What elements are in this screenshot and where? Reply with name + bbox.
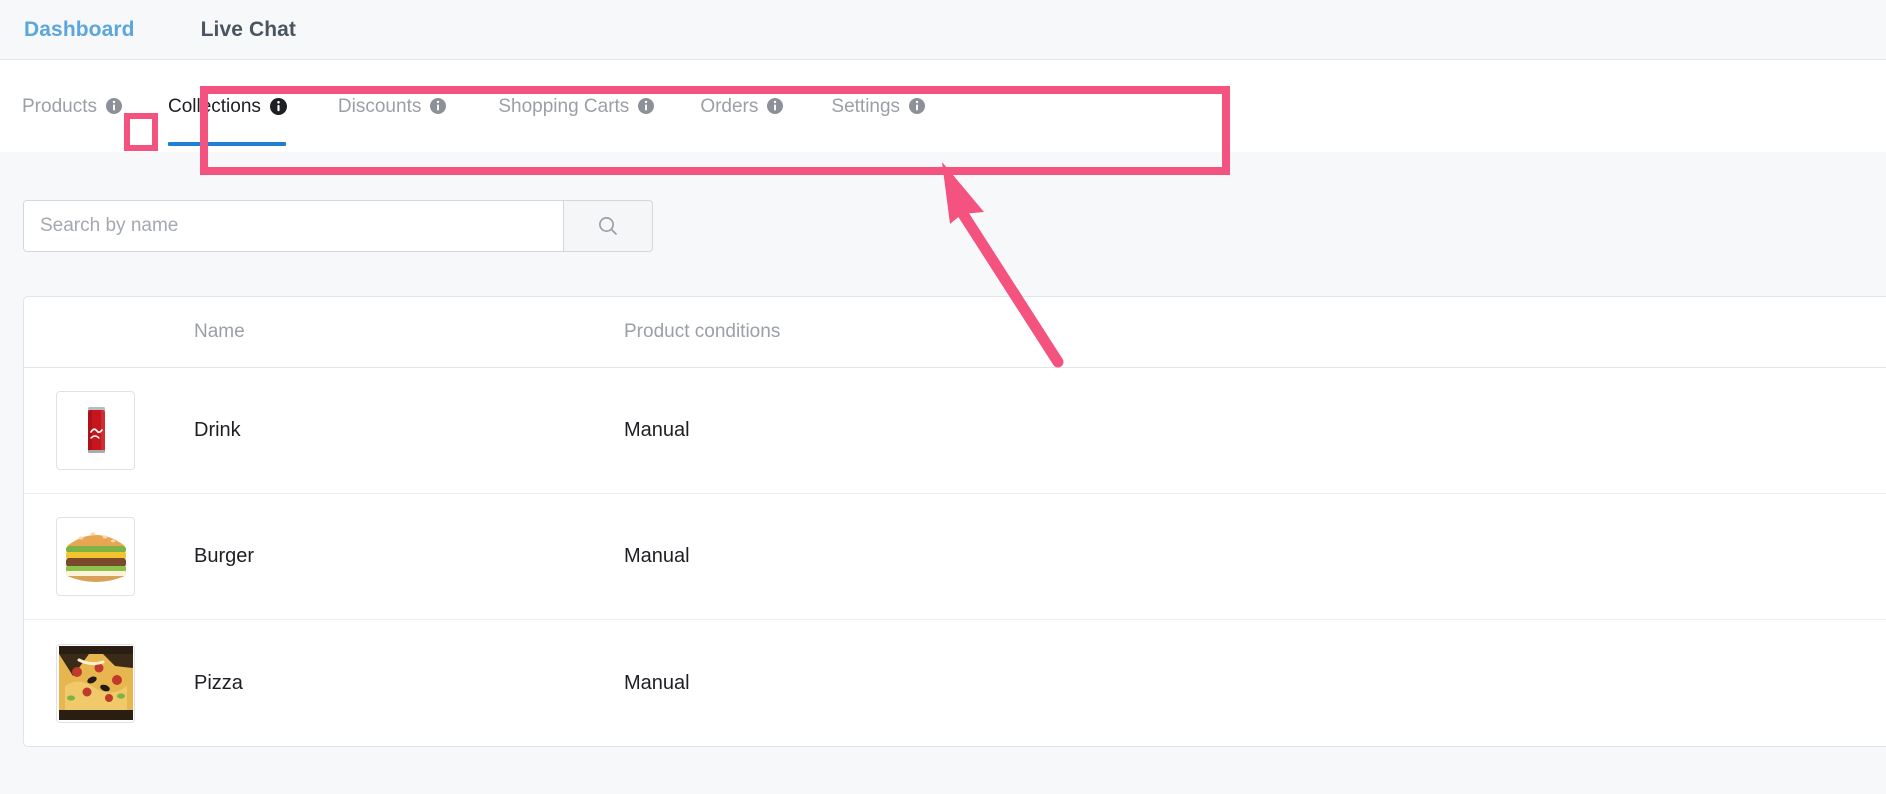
table-cell-thumbnail bbox=[24, 517, 194, 596]
table-header-conditions: Product conditions bbox=[624, 321, 781, 342]
top-navigation-bar: Dashboard Live Chat bbox=[0, 0, 1886, 60]
active-tab-underline bbox=[167, 142, 286, 146]
tab-products[interactable]: Products bbox=[22, 60, 122, 152]
search-group bbox=[23, 200, 653, 252]
table-cell-thumbnail bbox=[24, 391, 194, 470]
table-cell-name: Pizza bbox=[194, 671, 243, 694]
info-icon[interactable] bbox=[638, 98, 655, 114]
table-cell-name: Drink bbox=[194, 419, 241, 441]
tab-orders[interactable]: Orders bbox=[700, 60, 784, 152]
tab-products-label: Products bbox=[22, 95, 97, 117]
table-row[interactable]: Burger Manual bbox=[24, 494, 1886, 620]
tab-shopping-carts[interactable]: Shopping Carts bbox=[498, 60, 655, 152]
tab-collections-label: Collections bbox=[167, 95, 261, 117]
soda-can-image bbox=[56, 391, 135, 470]
search-input[interactable] bbox=[23, 200, 563, 252]
table-cell-conditions: Manual bbox=[624, 671, 690, 694]
burger-image bbox=[56, 517, 135, 596]
tab-discounts[interactable]: Discounts bbox=[337, 60, 447, 152]
table-row[interactable]: Pizza Manual bbox=[24, 620, 1886, 746]
top-nav-item-dashboard[interactable]: Dashboard bbox=[24, 18, 135, 42]
tab-collections[interactable]: Collections bbox=[167, 60, 287, 152]
info-icon[interactable] bbox=[269, 98, 287, 115]
table-cell-thumbnail bbox=[24, 643, 194, 723]
top-nav-item-live-chat[interactable]: Live Chat bbox=[201, 18, 296, 42]
info-icon[interactable] bbox=[430, 98, 447, 114]
tab-shopping-carts-label: Shopping Carts bbox=[498, 95, 630, 117]
info-icon[interactable] bbox=[909, 98, 926, 114]
info-icon[interactable] bbox=[105, 98, 122, 114]
search-icon bbox=[597, 215, 619, 237]
tab-discounts-label: Discounts bbox=[337, 95, 422, 117]
tab-settings[interactable]: Settings bbox=[831, 60, 926, 152]
table-cell-conditions: Manual bbox=[624, 419, 690, 441]
table-cell-name: Burger bbox=[194, 545, 255, 567]
table-row[interactable]: Drink Manual bbox=[24, 368, 1886, 494]
table-header-name: Name bbox=[194, 321, 245, 342]
search-button[interactable] bbox=[563, 200, 653, 252]
collections-table: Name Product conditions Drink Manual Bur… bbox=[23, 296, 1886, 747]
info-icon[interactable] bbox=[767, 98, 784, 114]
pizza-image bbox=[56, 643, 135, 723]
table-cell-conditions: Manual bbox=[624, 545, 690, 567]
tab-settings-label: Settings bbox=[831, 95, 901, 117]
table-header-row: Name Product conditions bbox=[24, 297, 1886, 368]
tab-orders-label: Orders bbox=[700, 95, 759, 117]
tab-bar: Products Collections Discounts Shopping … bbox=[0, 60, 1886, 152]
